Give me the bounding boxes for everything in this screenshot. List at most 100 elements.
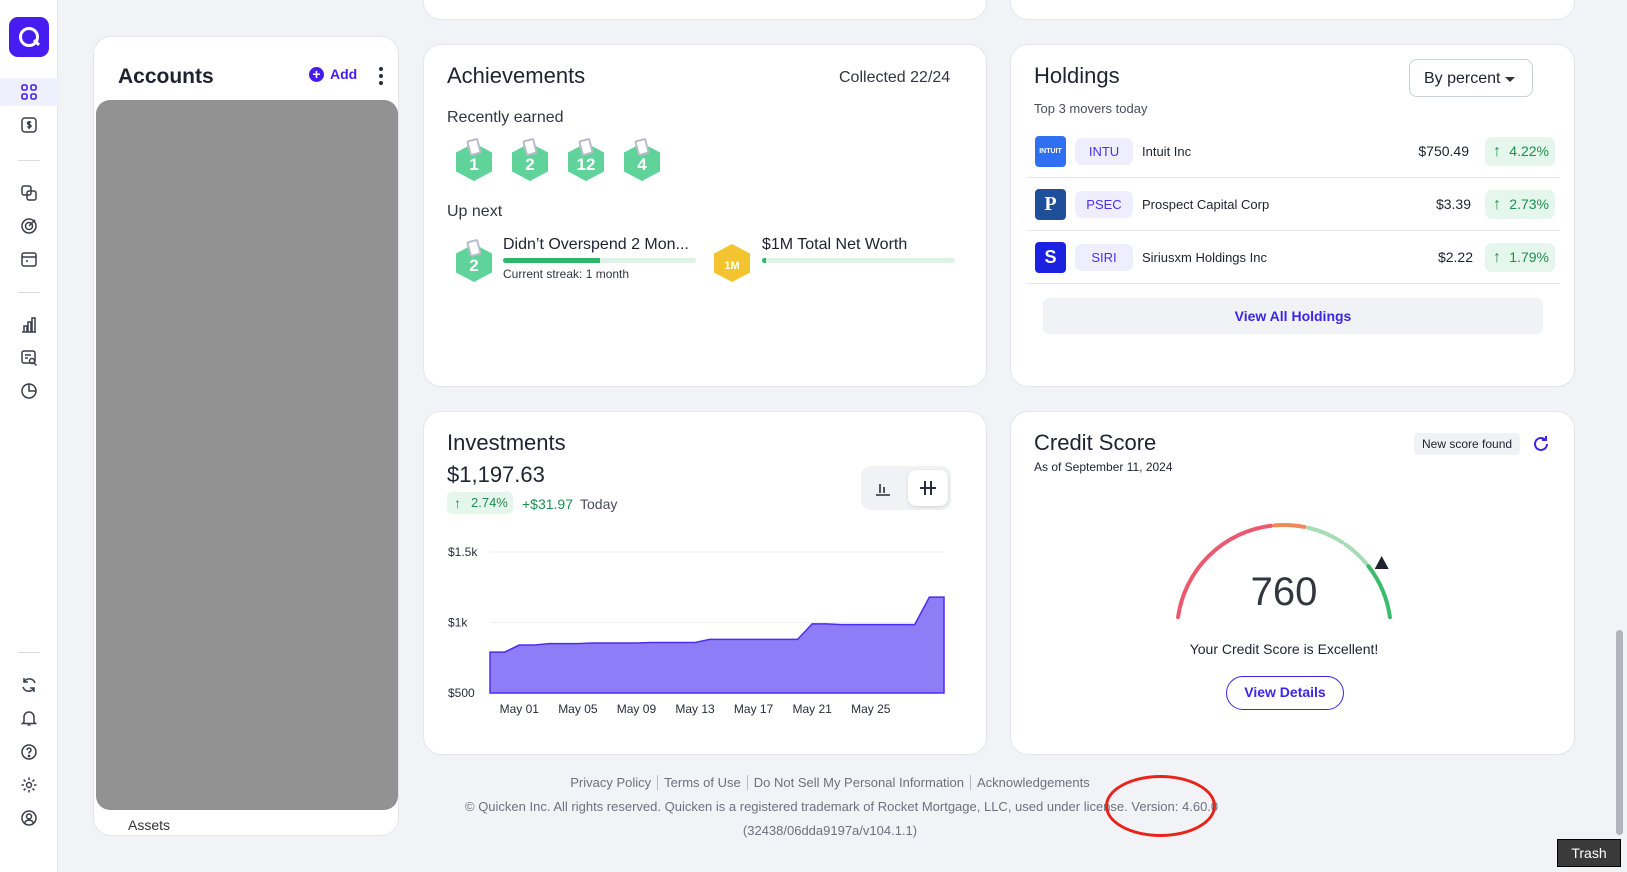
search-report-icon[interactable] — [17, 346, 41, 370]
recently-earned-label: Recently earned — [447, 109, 564, 126]
y-tick-label: $1.5k — [448, 545, 478, 559]
notifications-icon[interactable] — [17, 706, 41, 730]
next-achievement-badge[interactable]: 1M — [712, 240, 752, 284]
investments-card: Investments $1,197.63 ↑ 2.74% +$31.97 Tod… — [423, 411, 987, 755]
holding-change: ↑ 2.73% — [1485, 190, 1555, 219]
holding-price: $750.49 — [1418, 143, 1469, 159]
company-logo: INTUIT — [1035, 136, 1066, 167]
x-tick-label: May 25 — [851, 702, 891, 716]
footer-build: (32438/06dda9197a/v104.1.1) — [742, 823, 918, 838]
bills-icon[interactable] — [17, 247, 41, 271]
holdings-sort-select[interactable]: By percent — [1409, 59, 1533, 97]
bar-chart-icon[interactable] — [863, 470, 903, 506]
investments-change-abs: +$31.97 — [522, 496, 573, 512]
x-tick-label: May 01 — [500, 702, 540, 716]
chart-type-toggle — [861, 466, 951, 510]
gauge-segment-good — [1306, 525, 1345, 545]
version-highlight-annotation — [1105, 775, 1216, 837]
y-tick-label: $500 — [448, 686, 475, 700]
x-tick-label: May 05 — [558, 702, 598, 716]
holding-change: ↑ 4.22% — [1485, 137, 1555, 166]
more-options-icon[interactable] — [377, 67, 385, 85]
investments-area — [489, 596, 945, 694]
goals-icon[interactable] — [17, 214, 41, 238]
achievement-badge[interactable]: 12 — [566, 137, 606, 183]
accounts-list-placeholder — [96, 100, 398, 810]
arrow-up-icon: ↑ — [1493, 143, 1501, 160]
x-tick-label: May 21 — [793, 702, 833, 716]
accounts-title: Accounts — [118, 65, 214, 88]
holding-change: ↑ 1.79% — [1485, 243, 1555, 272]
credit-score-value: 760 — [1250, 570, 1318, 614]
credit-score-label: Your Credit Score is Excellent! — [1189, 641, 1379, 657]
company-logo: S — [1035, 242, 1066, 273]
holding-row[interactable]: INTUIT INTU Intuit Inc $750.49 ↑ 4.22% — [1027, 126, 1560, 178]
x-tick-label: May 17 — [734, 702, 774, 716]
gauge-segment-fair — [1272, 523, 1307, 529]
arrow-up-icon: ↑ — [1493, 196, 1501, 213]
holdings-sort-value: By percent — [1424, 70, 1501, 87]
next-achievement-title: $1M Total Net Worth — [762, 236, 908, 253]
trash-button[interactable]: Trash — [1557, 839, 1621, 867]
holding-row[interactable]: P PSEC Prospect Capital Corp $3.39 ↑ 2.73… — [1027, 179, 1560, 231]
view-all-holdings-button[interactable]: View All Holdings — [1043, 298, 1543, 334]
privacy-policy-link[interactable]: Privacy Policy — [570, 775, 651, 790]
add-account-button[interactable]: + Add — [309, 66, 357, 82]
holding-ticker: INTU — [1075, 138, 1133, 165]
investments-chart: $500 $1k $1.5k May 01 May 05 May 09 May 13 May … — [448, 545, 945, 716]
holding-name: Prospect Capital Corp — [1142, 197, 1270, 212]
x-tick-label: May 13 — [675, 702, 715, 716]
add-account-label: Add — [330, 66, 358, 82]
next-achievement-progress — [762, 258, 955, 263]
spending-icon[interactable] — [17, 113, 41, 137]
x-tick-label: May 09 — [617, 702, 657, 716]
investments-value: $1,197.63 — [447, 462, 545, 487]
achievement-badge[interactable]: 4 — [622, 137, 662, 183]
arrow-up-icon: ↑ — [454, 495, 461, 511]
achievement-badge[interactable]: 1 — [454, 137, 494, 183]
transactions-icon[interactable] — [17, 181, 41, 205]
company-logo: P — [1035, 189, 1066, 220]
reports-icon[interactable] — [17, 313, 41, 337]
up-next-label: Up next — [447, 203, 503, 220]
next-achievement-progress — [503, 258, 696, 263]
scrollbar-thumb[interactable] — [1616, 630, 1623, 835]
holding-row[interactable]: S SIRI Siriusxm Holdings Inc $2.22 ↑ 1.79… — [1027, 232, 1560, 284]
acknowledgements-link[interactable]: Acknowledgements — [977, 775, 1090, 790]
terms-of-use-link[interactable]: Terms of Use — [664, 775, 741, 790]
refresh-icon[interactable] — [1531, 434, 1551, 454]
view-details-button[interactable]: View Details — [1226, 676, 1344, 710]
credit-score-gauge — [1176, 523, 1392, 620]
next-achievement-detail: Current streak: 1 month — [503, 267, 630, 281]
achievement-badge[interactable]: 2 — [510, 137, 550, 183]
partial-card-left — [423, 0, 987, 20]
investments-period: Today — [580, 496, 618, 512]
achievements-card: Achievements Collected 22/24 Recently ea… — [423, 44, 987, 387]
investments-change-pct: ↑ 2.74% — [447, 492, 513, 514]
plus-icon: + — [309, 66, 324, 82]
budget-pie-icon[interactable] — [17, 379, 41, 403]
do-not-sell-link[interactable]: Do Not Sell My Personal Information — [754, 775, 964, 790]
next-achievement-badge[interactable]: 2 — [454, 238, 494, 284]
performance-chart-icon[interactable] — [908, 470, 948, 506]
dashboard-icon[interactable] — [17, 80, 41, 104]
accounts-card: Accounts + Add Assets — [93, 36, 399, 836]
quicken-logo[interactable] — [9, 17, 49, 57]
holding-ticker: SIRI — [1075, 244, 1133, 271]
holding-price: $2.22 — [1437, 249, 1473, 265]
next-achievement-title: Didn’t Overspend 2 Mon... — [503, 236, 689, 253]
holding-name: Siriusxm Holdings Inc — [1142, 250, 1267, 265]
holding-ticker: PSEC — [1075, 191, 1133, 218]
help-icon[interactable] — [17, 740, 41, 764]
score-marker-icon — [1374, 556, 1389, 570]
credit-score-card: Credit Score As of September 11, 2024 Ne… — [1010, 411, 1575, 755]
investments-title: Investments — [447, 430, 566, 455]
new-score-badge: New score found — [1414, 433, 1521, 455]
achievements-collected: Collected 22/24 — [839, 69, 951, 86]
sync-icon[interactable] — [17, 673, 41, 697]
holdings-title: Holdings — [1034, 63, 1120, 88]
achievements-title: Achievements — [447, 63, 586, 88]
holding-name: Intuit Inc — [1142, 144, 1192, 159]
arrow-up-icon: ↑ — [1493, 249, 1501, 266]
left-nav — [0, 0, 58, 872]
